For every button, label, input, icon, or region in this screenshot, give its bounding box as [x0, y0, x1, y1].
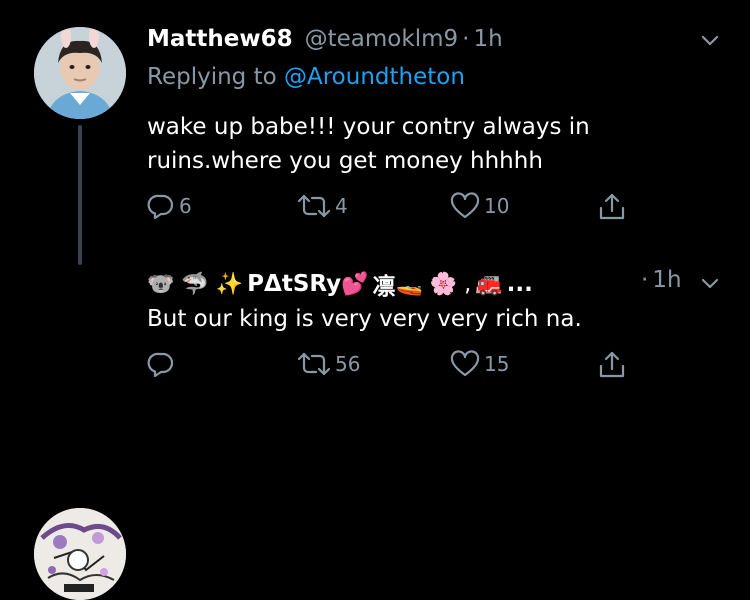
chevron-down-icon[interactable] — [700, 273, 720, 293]
tweet-text-line: wake up babe!!! your contry always in — [147, 114, 590, 140]
heart-icon — [450, 350, 480, 377]
action-bar: 56 15 — [0, 350, 750, 384]
like-count: 15 — [484, 352, 510, 376]
reply-button[interactable] — [147, 350, 175, 378]
display-name[interactable]: Matthew68 — [147, 26, 293, 52]
separator-dot: · — [641, 267, 649, 293]
share-button[interactable] — [597, 350, 627, 380]
reply-icon — [147, 194, 174, 220]
timestamp[interactable]: 1h — [652, 267, 681, 293]
heart-icon — [450, 192, 480, 219]
share-icon — [599, 351, 625, 378]
tweet-header: Matthew68 @teamoklm9 · 1h — [147, 26, 503, 52]
share-button[interactable] — [597, 192, 627, 222]
display-name[interactable]: PΔtSRy — [247, 271, 341, 297]
name-character: 凛 — [372, 274, 396, 300]
retweet-button[interactable]: 4 — [297, 192, 348, 220]
action-bar: 6 4 10 — [0, 192, 750, 226]
reply-button[interactable]: 6 — [147, 192, 192, 220]
name-emoji: 🚒 — [475, 271, 503, 297]
chevron-down-icon[interactable] — [700, 30, 720, 50]
tweet-text: wake up babe!!! your contry always in ru… — [147, 110, 590, 178]
mention-link[interactable]: @Aroundtheton — [284, 64, 465, 90]
retweet-icon — [297, 352, 331, 376]
retweet-count: 56 — [335, 352, 361, 376]
like-button[interactable]: 15 — [450, 350, 509, 378]
name-emoji: 🚤 🌸 , — [395, 271, 472, 297]
tweet-time: · 1h — [637, 267, 682, 293]
like-button[interactable]: 10 — [450, 192, 509, 220]
avatar[interactable] — [34, 508, 126, 600]
avatar[interactable] — [34, 27, 126, 119]
retweet-icon — [297, 194, 331, 218]
tweet-text: But our king is very very very rich na. — [147, 302, 582, 336]
tweet-header: 🐨 🦈 ✨ PΔtSRy 💕 凛 🚤 🌸 , 🚒 ... — [147, 267, 533, 301]
like-count: 10 — [484, 194, 510, 218]
retweet-button[interactable]: 56 — [297, 350, 360, 378]
share-icon — [599, 193, 625, 220]
tweet-reply[interactable]: 🐨 🦈 ✨ PΔtSRy 💕 凛 🚤 🌸 , 🚒 ... · 1h But ou… — [0, 240, 750, 600]
tweet-text-line: But our king is very very very rich na. — [147, 306, 582, 332]
replying-to: Replying to @Aroundtheton — [147, 64, 465, 90]
name-emoji: 💕 — [341, 271, 369, 297]
timestamp[interactable]: 1h — [473, 26, 502, 52]
reply-icon — [147, 352, 174, 378]
tweet-text-line: ruins.where you get money hhhhh — [147, 148, 543, 174]
reply-count: 6 — [179, 194, 192, 218]
separator-dot: · — [462, 26, 470, 52]
user-handle[interactable]: @teamoklm9 — [305, 26, 459, 52]
name-emoji: 🐨 🦈 ✨ — [147, 271, 244, 297]
tweet-parent[interactable]: Matthew68 @teamoklm9 · 1h Replying to @A… — [0, 0, 750, 265]
replying-prefix: Replying to — [147, 64, 277, 90]
retweet-count: 4 — [335, 194, 348, 218]
name-ellipsis: ... — [506, 271, 533, 297]
